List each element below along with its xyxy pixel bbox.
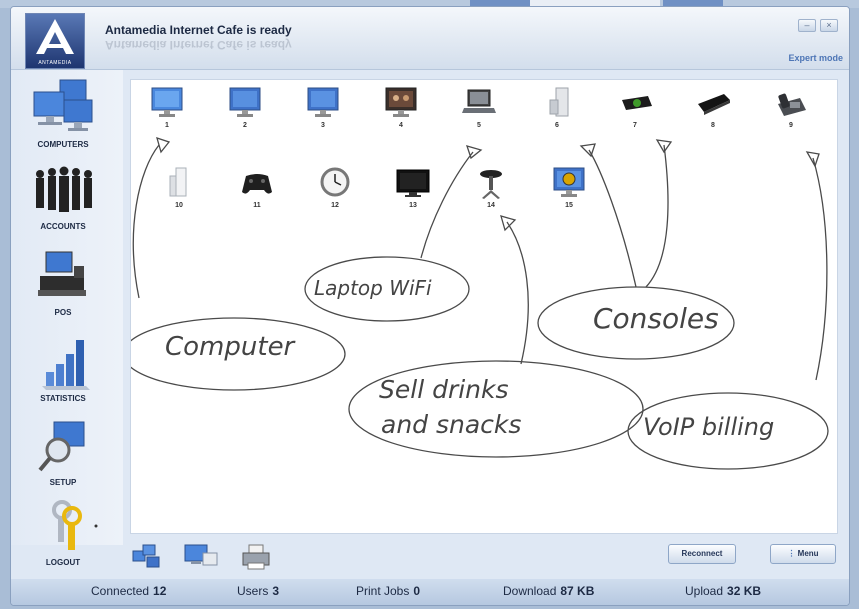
sidebar-item-label: STATISTICS xyxy=(40,394,86,403)
menu-button[interactable]: ⋮ Menu xyxy=(770,544,836,564)
sidebar: COMPUTERS ACCOUNTS POS STATISTICS SETUP … xyxy=(11,70,123,567)
status-upload-value: 32 KB xyxy=(727,584,762,598)
statistics-icon xyxy=(28,332,98,392)
sidebar-item-label: COMPUTERS xyxy=(37,140,89,149)
minimize-button[interactable]: – xyxy=(798,19,816,32)
sidebar-item-computers[interactable]: COMPUTERS xyxy=(15,78,111,149)
status-download-value: 87 KB xyxy=(560,584,595,598)
status-users: Users 3 xyxy=(237,584,279,598)
status-download-label: Download xyxy=(503,584,557,598)
accounts-icon xyxy=(28,160,98,220)
sidebar-item-setup[interactable]: SETUP xyxy=(15,416,111,487)
status-bar: Connected 12 Users 3 Print Jobs 0 Download 8… xyxy=(11,579,849,605)
annotation-laptop: Laptop WiFi xyxy=(314,276,432,300)
logo-text: ANTAMEDIA xyxy=(38,60,72,66)
app-window: ANTAMEDIA Antamedia Internet Cafe is rea… xyxy=(10,6,850,606)
sidebar-item-pos[interactable]: POS xyxy=(15,246,111,317)
status-print-jobs: Print Jobs 0 xyxy=(356,584,420,598)
window-title-reflection: Antamedia Internet Cafe is ready xyxy=(105,38,292,52)
close-button[interactable]: × xyxy=(820,19,838,32)
status-users-label: Users xyxy=(237,584,269,598)
status-connected-value: 12 xyxy=(153,584,167,598)
annotation-consoles: Consoles xyxy=(593,302,719,335)
computers-icon xyxy=(28,78,98,138)
printer-icon[interactable] xyxy=(239,543,275,573)
status-print-label: Print Jobs xyxy=(356,584,410,598)
menu-button-label: Menu xyxy=(797,549,819,558)
antamedia-logo: ANTAMEDIA xyxy=(25,13,85,69)
network-icon[interactable] xyxy=(129,543,165,573)
sidebar-item-label: SETUP xyxy=(49,478,77,487)
computer-screen-icon[interactable] xyxy=(183,543,219,573)
annotation-drinks-line1: Sell drinks xyxy=(379,375,509,404)
sidebar-item-label: POS xyxy=(54,308,72,317)
menu-icon: ⋮ xyxy=(787,549,798,558)
status-connected: Connected 12 xyxy=(91,584,166,598)
annotation-drinks-line2: and snacks xyxy=(381,410,522,439)
sidebar-item-statistics[interactable]: STATISTICS xyxy=(15,332,111,403)
sidebar-item-accounts[interactable]: ACCOUNTS xyxy=(15,160,111,231)
annotation-computer: Computer xyxy=(165,332,295,362)
window-title: Antamedia Internet Cafe is ready xyxy=(105,23,292,37)
title-bar: ANTAMEDIA Antamedia Internet Cafe is rea… xyxy=(11,7,849,70)
sidebar-item-label: ACCOUNTS xyxy=(40,222,86,231)
stations-panel: 1 2 3 4 5 6 7 8 9 10 11 12 13 14 15 Comp… xyxy=(130,79,838,534)
setup-icon xyxy=(28,416,98,476)
expert-mode-link[interactable]: Expert mode xyxy=(788,53,843,63)
status-upload: Upload 32 KB xyxy=(685,584,761,598)
reconnect-button[interactable]: Reconnect xyxy=(668,544,736,564)
annotation-sketch xyxy=(131,136,829,470)
pos-icon xyxy=(28,246,98,306)
status-print-value: 0 xyxy=(413,584,421,598)
status-download: Download 87 KB xyxy=(503,584,594,598)
status-upload-label: Upload xyxy=(685,584,724,598)
annotation-voip: VoIP billing xyxy=(643,413,775,441)
status-users-value: 3 xyxy=(272,584,280,598)
status-connected-label: Connected xyxy=(91,584,150,598)
